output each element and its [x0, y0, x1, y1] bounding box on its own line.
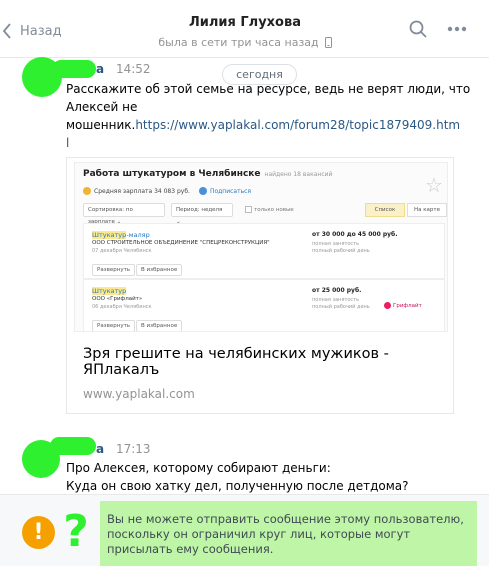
censored-sender-name [52, 60, 96, 78]
preview-domain: www.yaplakal.com [83, 387, 195, 401]
coin-icon [83, 187, 91, 195]
sender-name[interactable]: а [96, 62, 104, 76]
message-link-tail[interactable]: l [66, 136, 69, 150]
question-icon: ? [63, 506, 89, 557]
preview-only-new: только новые [245, 206, 294, 213]
message-line: Куда он свою хатку дел, полученную после… [66, 479, 409, 493]
link-preview[interactable]: Работа штукатуром в Челябинске найдено 18… [66, 157, 454, 414]
preview-title[interactable]: Зря грешите на челябинских мужиков - ЯПл… [83, 346, 443, 378]
message-time: 14:52 [115, 62, 151, 76]
message-header: а 14:52 [96, 62, 151, 76]
message-line: Про Алексея, которому собирают деньги: [66, 461, 331, 475]
more-icon[interactable] [447, 26, 467, 32]
preview-period-select: Период: неделя ⌄ [171, 203, 233, 225]
message-text: Расскажите об этой семье на ресурсе, вед… [66, 80, 470, 152]
contact-status: была в сети три часа назад [140, 36, 350, 49]
message-line: l [66, 134, 470, 152]
preview-image[interactable]: Работа штукатуром в Челябинске найдено 18… [74, 162, 448, 332]
preview-view-map: На карте [407, 203, 447, 217]
chevron-left-icon [2, 23, 11, 39]
message-link[interactable]: https://www.yaplakal.com/forum28/topic18… [135, 118, 460, 132]
back-label: Назад [20, 23, 62, 39]
star-icon: ☆ [425, 173, 443, 197]
chat-title[interactable]: Лилия Глухова была в сети три часа назад [140, 15, 350, 49]
message-time: 17:13 [115, 442, 151, 456]
message-line: мошенник.https://www.yaplakal.com/forum2… [66, 118, 461, 132]
preview-image-heading: Работа штукатуром в Челябинске найдено 18… [83, 169, 333, 179]
message-line: Алексей не [66, 100, 138, 114]
preview-job-card: Штукатур-маляр ООО СТРОИТЕЛЬНОЕ ОБЪЕДИНЕ… [83, 223, 445, 279]
contact-name: Лилия Глухова [188, 15, 301, 30]
message-line: Расскажите об этой семье на ресурсе, вед… [66, 82, 471, 96]
phone-icon [324, 37, 332, 48]
preview-job-card: Штукатур ООО «Грифлайт» 06 декабря Челяб… [83, 279, 445, 331]
chat-header: Назад Лилия Глухова была в сети три часа… [0, 0, 489, 58]
sender-name[interactable]: а [96, 442, 104, 456]
preview-view-list: Список [365, 203, 405, 217]
status-text: была в сети три часа назад [158, 36, 319, 49]
back-button[interactable]: Назад [0, 20, 62, 42]
search-icon[interactable] [409, 20, 427, 38]
preview-image-salary: Средняя зарплата 34 083 руб. Подписаться [83, 187, 251, 195]
message-header: а 17:13 [96, 442, 151, 456]
message-text: Про Алексея, которому собирают деньги: К… [66, 459, 408, 495]
bell-icon [198, 187, 207, 195]
blocked-notice: Вы не можете отправить сообщение этому п… [100, 501, 477, 566]
preview-sort-select: Сортировка: по зарплате ⌄ [83, 203, 165, 225]
warning-icon: ! [22, 516, 55, 549]
censored-sender-name [50, 437, 96, 455]
